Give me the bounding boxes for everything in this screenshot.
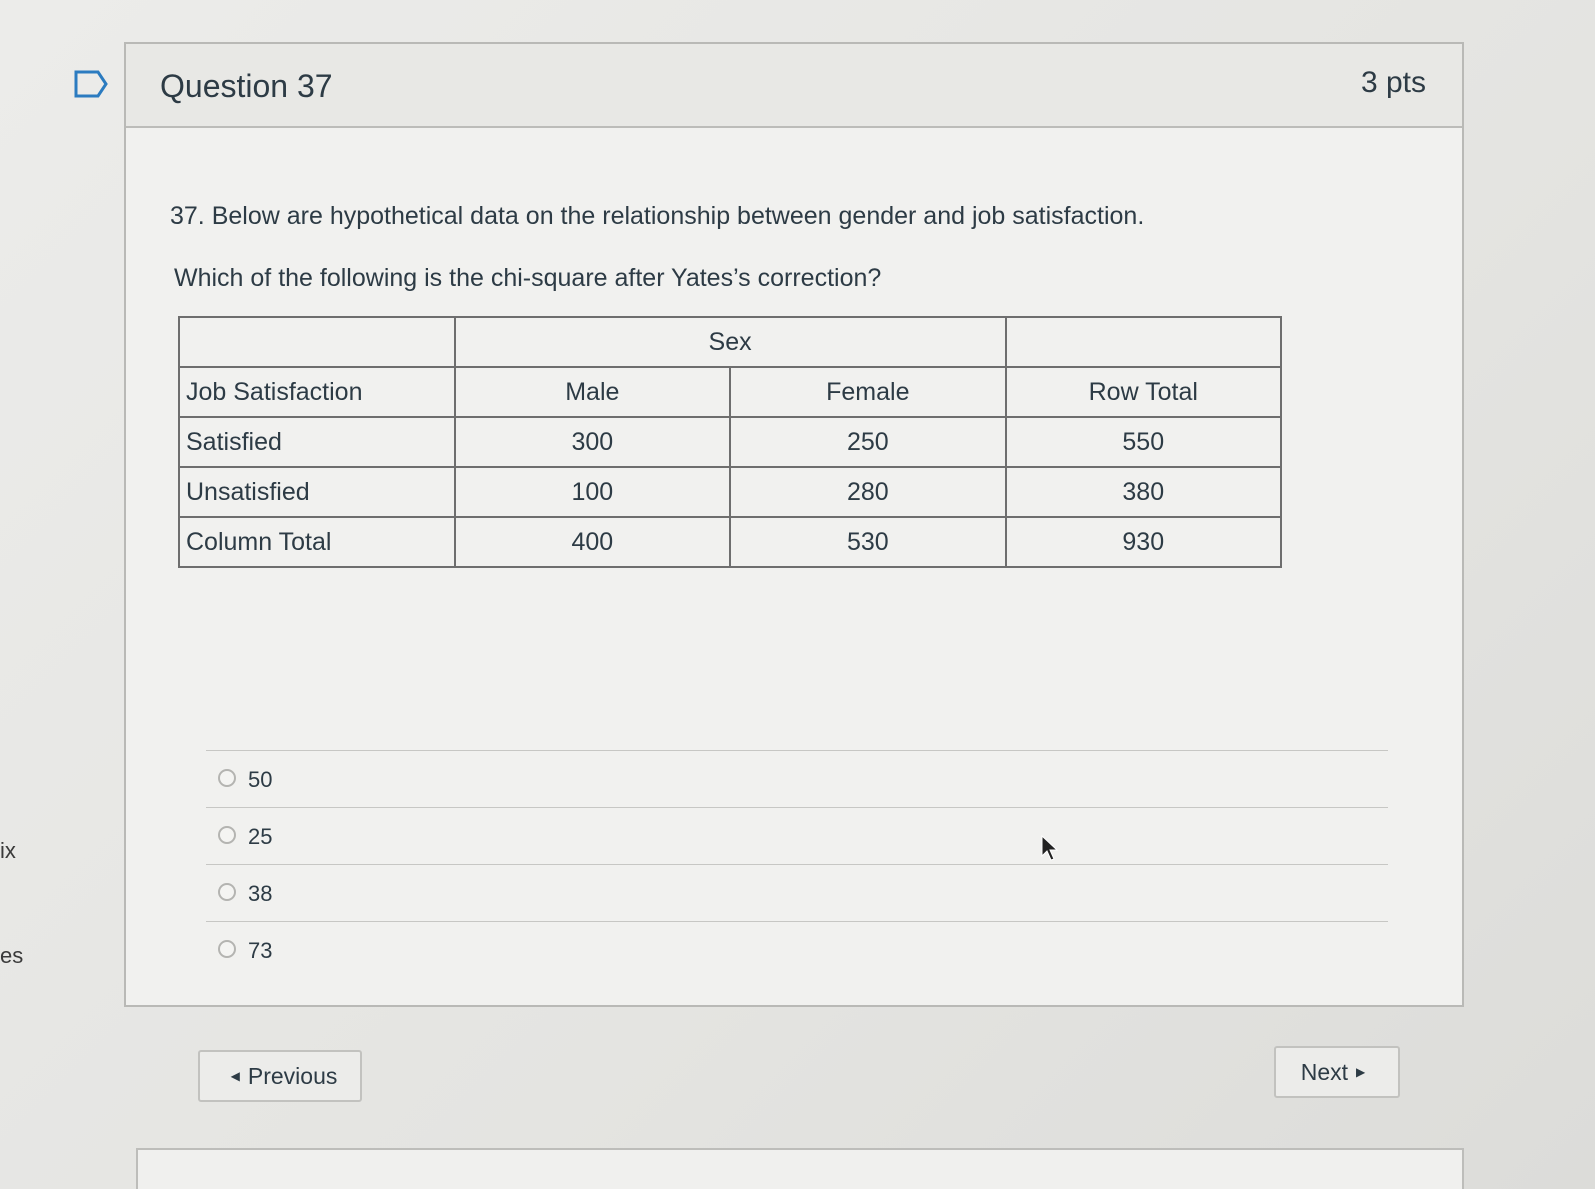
- table-group-header-row: Sex: [178, 316, 1283, 368]
- answer-label[interactable]: 50: [248, 767, 272, 793]
- answer-list: 50 25 38 73: [206, 750, 1388, 978]
- table-empty-cell: [1004, 316, 1283, 368]
- table-cell: 100: [453, 466, 732, 518]
- table-cell: 550: [1004, 416, 1283, 468]
- bottom-panel: [136, 1148, 1464, 1189]
- question-prompt: 37. Below are hypothetical data on the r…: [170, 202, 1145, 230]
- table-cell: 400: [453, 516, 732, 568]
- table-row: Column Total 400 530 930: [178, 516, 1283, 568]
- question-header: Question 37 3 pts: [126, 44, 1462, 128]
- caret-left-icon: ◀: [230, 1069, 240, 1083]
- radio-button[interactable]: [218, 826, 236, 844]
- table-cell: Unsatisfied: [178, 466, 456, 518]
- radio-button[interactable]: [218, 883, 236, 901]
- table-row: Unsatisfied 100 280 380: [178, 466, 1283, 518]
- question-title: Question 37: [160, 68, 333, 104]
- table-column-header: Male: [453, 366, 732, 418]
- table-header-row: Job Satisfaction Male Female Row Total: [178, 366, 1283, 418]
- answer-label[interactable]: 38: [248, 881, 272, 907]
- table-cell: 300: [453, 416, 732, 468]
- contingency-table: Sex Job Satisfaction Male Female Row Tot…: [178, 316, 1283, 568]
- side-text-1: ix: [0, 838, 16, 863]
- answer-label[interactable]: 25: [248, 824, 272, 850]
- question-card: Question 37 3 pts 37. Below are hypothet…: [124, 42, 1464, 1007]
- table-cell: 280: [729, 466, 1007, 518]
- table-cell: Satisfied: [178, 416, 456, 468]
- answer-option[interactable]: 38: [206, 864, 1388, 921]
- answer-label[interactable]: 73: [248, 938, 272, 964]
- next-button[interactable]: Next ▶: [1274, 1046, 1400, 1098]
- flag-icon[interactable]: [74, 70, 108, 98]
- table-column-header: Job Satisfaction: [178, 366, 456, 418]
- answer-option[interactable]: 50: [206, 750, 1388, 807]
- side-text-2: es: [0, 943, 24, 968]
- table-cell: 930: [1004, 516, 1283, 568]
- question-points: 3 pts: [1360, 66, 1426, 99]
- table-cell: 530: [729, 516, 1007, 568]
- table-cell: Column Total: [178, 516, 456, 568]
- previous-button-label: Previous: [247, 1062, 338, 1089]
- question-subprompt: Which of the following is the chi-square…: [174, 264, 882, 292]
- table-cell: 250: [729, 416, 1007, 468]
- previous-button[interactable]: ◀ Previous: [198, 1050, 362, 1102]
- answer-option[interactable]: 25: [206, 807, 1388, 864]
- answer-option[interactable]: 73: [206, 921, 1388, 978]
- caret-right-icon: ▶: [1356, 1065, 1366, 1079]
- radio-button[interactable]: [218, 940, 236, 958]
- radio-button[interactable]: [218, 769, 236, 787]
- table-column-header: Row Total: [1004, 366, 1283, 418]
- quiz-page: ix es Question 37 3 pts 37. Below are hy…: [0, 0, 1595, 1189]
- table-column-header: Female: [729, 366, 1007, 418]
- table-row: Satisfied 300 250 550: [178, 416, 1283, 468]
- mouse-pointer-icon: [1041, 834, 1059, 861]
- table-cell: 380: [1004, 466, 1283, 518]
- next-button-label: Next: [1300, 1058, 1349, 1085]
- table-empty-cell: [178, 316, 456, 368]
- table-group-header: Sex: [453, 316, 1007, 368]
